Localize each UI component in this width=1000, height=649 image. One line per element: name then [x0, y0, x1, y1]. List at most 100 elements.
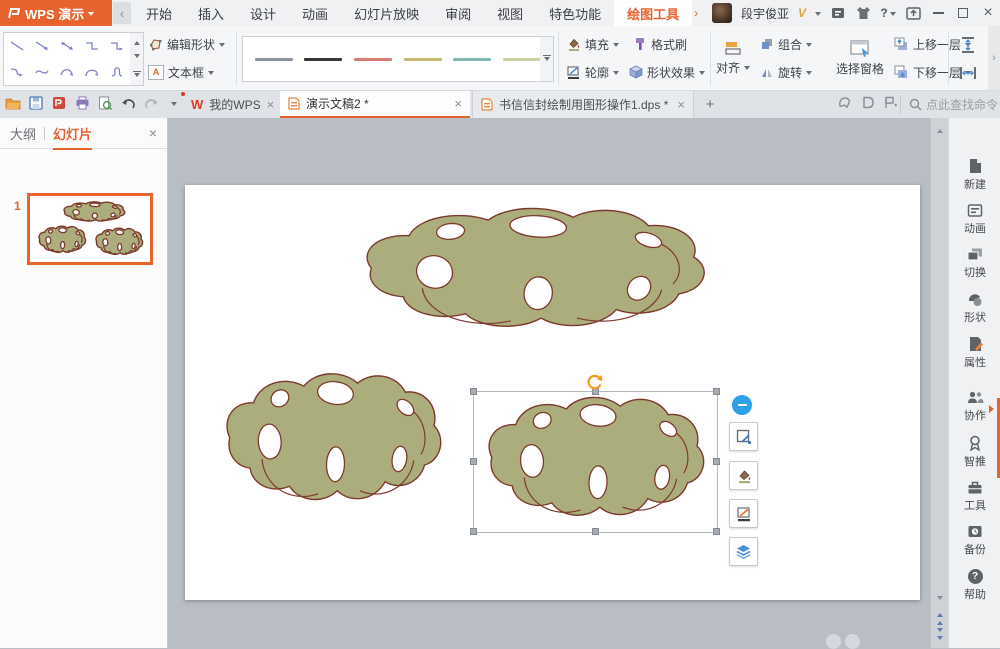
- close-tab-icon[interactable]: ×: [454, 96, 462, 111]
- restore-button[interactable]: [955, 5, 971, 21]
- minimize-button[interactable]: [930, 5, 946, 21]
- sidebar-item-backup[interactable]: 备份: [949, 524, 1000, 557]
- distribute-vertical-icon[interactable]: [960, 36, 976, 54]
- print-preview-icon[interactable]: [97, 95, 113, 111]
- next-slide-button[interactable]: [931, 626, 949, 644]
- sidebar-item-transition[interactable]: 切换: [949, 247, 1000, 280]
- tab-presentation2[interactable]: 演示文稿2 * ×: [280, 91, 470, 118]
- view-dot[interactable]: [845, 634, 860, 649]
- quick-outline-button[interactable]: [729, 499, 758, 528]
- print-icon[interactable]: [74, 95, 90, 111]
- outline-tab[interactable]: 大纲: [10, 124, 36, 143]
- outline-button[interactable]: 轮廓: [566, 64, 619, 81]
- line-style-swatch[interactable]: [255, 58, 293, 61]
- menu-tab-insert[interactable]: 插入: [185, 0, 237, 26]
- menu-tab-drawing-tools[interactable]: 绘图工具: [614, 0, 692, 26]
- line-style-swatch[interactable]: [354, 58, 392, 61]
- redo-icon[interactable]: [143, 95, 159, 111]
- message-icon[interactable]: [838, 96, 851, 109]
- cloud-shape-top[interactable]: [345, 203, 722, 338]
- slide-thumbnail[interactable]: [27, 193, 153, 265]
- elbow-arrow-connector-icon[interactable]: [109, 40, 125, 52]
- user-avatar[interactable]: [712, 3, 732, 23]
- sidebar-item-smart[interactable]: 智推: [949, 435, 1000, 469]
- docer-icon[interactable]: [861, 96, 874, 109]
- workspace-icon[interactable]: [884, 96, 898, 109]
- menu-tab-slideshow[interactable]: 幻灯片放映: [341, 0, 432, 26]
- scroll-up-button[interactable]: [931, 120, 949, 138]
- collapse-toolbar-button[interactable]: [732, 395, 752, 415]
- user-name[interactable]: 段宇俊亚: [741, 5, 789, 22]
- command-search-box[interactable]: 点此查找命令: [900, 95, 998, 114]
- rotate-handle[interactable]: [585, 374, 604, 391]
- close-tab-icon[interactable]: ×: [267, 97, 275, 112]
- canvas-workspace[interactable]: [168, 118, 930, 648]
- cloud-shape-bottom-left[interactable]: [213, 368, 452, 512]
- open-file-icon[interactable]: [5, 95, 21, 111]
- arrow-shape-icon[interactable]: [34, 40, 50, 52]
- ribbon-collapse-button[interactable]: ‹: [113, 2, 131, 24]
- line-style-swatch[interactable]: [453, 58, 491, 61]
- shape-gallery-scroll[interactable]: [130, 32, 144, 86]
- sidebar-item-help[interactable]: ? 帮助: [949, 569, 1000, 602]
- group-button[interactable]: 组合: [760, 36, 826, 53]
- help-icon[interactable]: ?: [880, 5, 896, 21]
- view-dot[interactable]: [826, 634, 841, 649]
- close-panel-icon[interactable]: ×: [149, 125, 157, 141]
- scroll-down-button[interactable]: [931, 590, 949, 608]
- sidebar-item-properties[interactable]: 属性: [949, 336, 1000, 370]
- rotate-button[interactable]: 旋转: [760, 64, 826, 81]
- line-gallery-more-button[interactable]: [540, 36, 554, 82]
- export-pdf-icon[interactable]: [51, 95, 67, 111]
- menu-tab-animation[interactable]: 动画: [289, 0, 341, 26]
- close-tab-icon[interactable]: ×: [677, 97, 685, 112]
- line-style-swatch[interactable]: [404, 58, 442, 61]
- tab-scroll-right-icon[interactable]: ›: [692, 6, 700, 20]
- double-arrow-shape-icon[interactable]: [59, 40, 75, 52]
- menu-tab-design[interactable]: 设计: [237, 0, 289, 26]
- arc-shape-icon[interactable]: [59, 66, 75, 78]
- gallery-scroll-up-icon[interactable]: [134, 38, 140, 45]
- selection-pane-button[interactable]: 选择窗格: [836, 40, 884, 77]
- menu-tab-view[interactable]: 视图: [484, 0, 536, 26]
- menu-tab-home[interactable]: 开始: [133, 0, 185, 26]
- align-button[interactable]: 对齐: [716, 40, 750, 76]
- line-style-swatch[interactable]: [304, 58, 342, 61]
- elbow-connector-icon[interactable]: [84, 40, 100, 52]
- gallery-more-icon[interactable]: [133, 71, 141, 80]
- resize-handle-s[interactable]: [592, 528, 599, 535]
- skin-theme-icon[interactable]: [855, 5, 871, 21]
- resize-handle-sw[interactable]: [470, 528, 477, 535]
- text-box-button[interactable]: A 文本框: [148, 64, 225, 81]
- line-style-swatch[interactable]: [503, 58, 541, 61]
- app-logo[interactable]: WPS 演示: [0, 0, 112, 26]
- resize-handle-se[interactable]: [713, 528, 720, 535]
- slide-canvas[interactable]: [185, 185, 920, 600]
- gallery-scroll-down-icon[interactable]: [134, 54, 140, 61]
- resize-handle-e[interactable]: [713, 458, 720, 465]
- message-center-icon[interactable]: [830, 5, 846, 21]
- resize-handle-nw[interactable]: [470, 388, 477, 395]
- resize-handle-ne[interactable]: [713, 388, 720, 395]
- slides-tab[interactable]: 幻灯片: [53, 124, 92, 143]
- quick-layer-button[interactable]: [729, 537, 758, 566]
- menu-tab-special-features[interactable]: 特色功能: [536, 0, 614, 26]
- menu-tab-review[interactable]: 审阅: [432, 0, 484, 26]
- shape-gallery[interactable]: [3, 32, 131, 86]
- user-menu-caret-icon[interactable]: [815, 12, 821, 19]
- resize-handle-w[interactable]: [470, 458, 477, 465]
- curved-connector-icon[interactable]: [9, 66, 25, 78]
- curved-arrow-shape-icon[interactable]: [84, 66, 100, 78]
- close-button[interactable]: ×: [980, 5, 996, 21]
- vip-badge[interactable]: V: [798, 6, 806, 20]
- quick-edit-shape-button[interactable]: [729, 422, 758, 451]
- selection-bounding-box[interactable]: [473, 391, 718, 533]
- sidebar-item-tools[interactable]: 工具: [949, 480, 1000, 513]
- quick-fill-button[interactable]: [729, 461, 758, 490]
- undo-icon[interactable]: [120, 95, 136, 111]
- save-icon[interactable]: [28, 95, 44, 111]
- ribbon-expand-strip[interactable]: ›: [988, 26, 1000, 90]
- tab-my-wps[interactable]: W 我的WPS ×: [183, 91, 282, 118]
- line-style-gallery[interactable]: [242, 36, 554, 82]
- fill-button[interactable]: 填充: [566, 36, 619, 53]
